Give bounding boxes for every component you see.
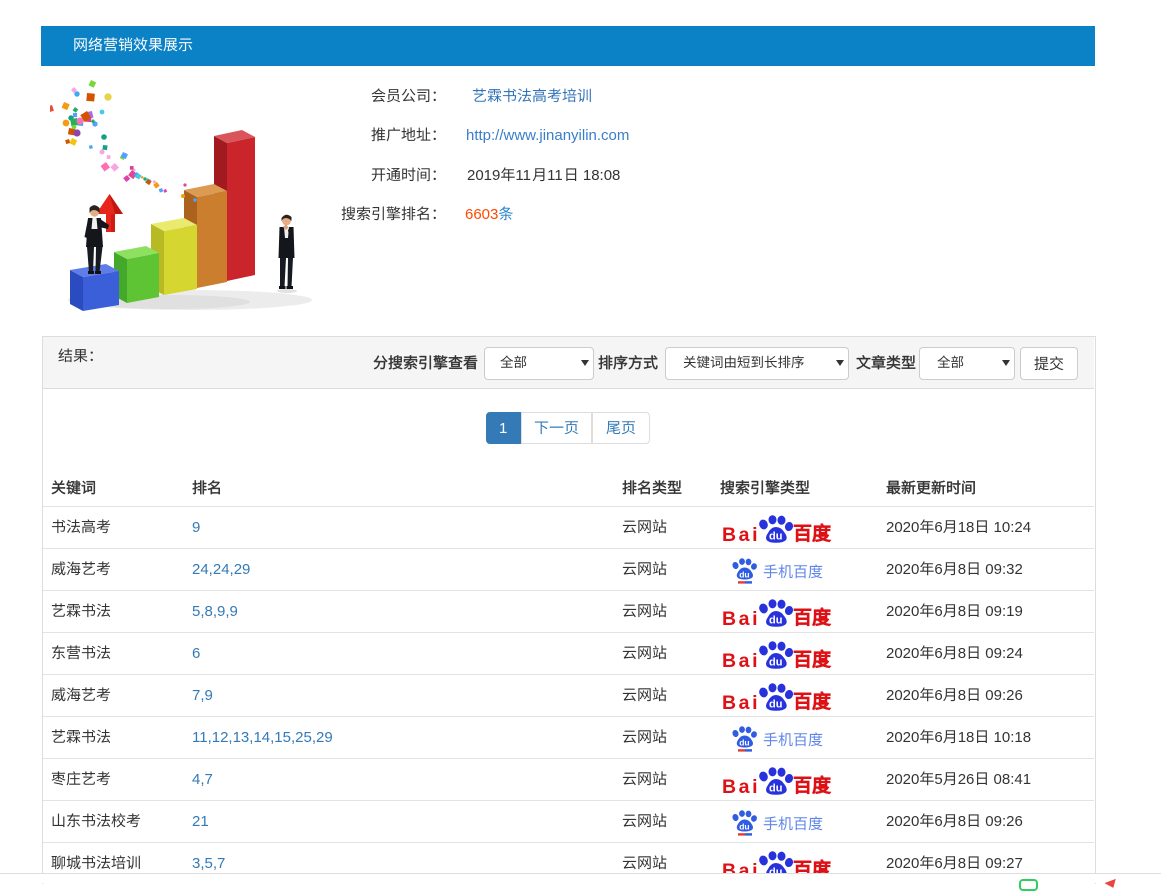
- svg-text:8: 8: [958, 603, 966, 620]
- svg-text:du: du: [769, 657, 782, 669]
- svg-text:6603: 6603: [465, 206, 498, 223]
- svg-text:6: 6: [934, 687, 942, 704]
- svg-text:8: 8: [958, 687, 966, 704]
- svg-text:10:18: 10:18: [989, 729, 1031, 746]
- svg-text:2020: 2020: [886, 687, 919, 704]
- svg-text:Bai: Bai: [722, 650, 760, 671]
- svg-text:7,9: 7,9: [192, 687, 213, 704]
- svg-text:11: 11: [547, 167, 563, 184]
- svg-text:09:32: 09:32: [981, 561, 1023, 578]
- svg-text:2020: 2020: [886, 813, 919, 830]
- svg-text:2020: 2020: [886, 603, 919, 620]
- svg-text:3,5,7: 3,5,7: [192, 855, 225, 872]
- svg-text:2020: 2020: [886, 729, 919, 746]
- svg-text:1: 1: [499, 420, 507, 437]
- svg-text:5: 5: [934, 771, 942, 788]
- svg-text:2020: 2020: [886, 771, 919, 788]
- svg-text:4,7: 4,7: [192, 771, 213, 788]
- svg-text:11,12,13,14,15,25,29: 11,12,13,14,15,25,29: [192, 729, 333, 746]
- svg-text:Bai: Bai: [722, 692, 760, 713]
- svg-text:2020: 2020: [886, 645, 919, 662]
- svg-text:10:24: 10:24: [989, 519, 1031, 536]
- svg-text:2020: 2020: [886, 855, 919, 872]
- svg-text:2020: 2020: [886, 519, 919, 536]
- svg-text:09:24: 09:24: [981, 645, 1023, 662]
- svg-text:6: 6: [934, 729, 942, 746]
- svg-text:6: 6: [934, 519, 942, 536]
- svg-text:8: 8: [958, 813, 966, 830]
- svg-text:du: du: [739, 738, 749, 748]
- svg-text:09:26: 09:26: [981, 813, 1023, 830]
- svg-text:Bai: Bai: [722, 524, 760, 545]
- svg-text:8: 8: [958, 645, 966, 662]
- svg-text:du: du: [739, 822, 749, 832]
- svg-text:9: 9: [192, 519, 200, 536]
- svg-text:du: du: [769, 615, 782, 627]
- svg-text:2020: 2020: [886, 561, 919, 578]
- svg-text:6: 6: [934, 603, 942, 620]
- svg-text:6: 6: [934, 561, 942, 578]
- svg-text:18: 18: [958, 729, 975, 746]
- svg-text:18: 18: [958, 519, 975, 536]
- svg-text:18:08: 18:08: [579, 167, 620, 184]
- svg-text:09:19: 09:19: [981, 603, 1023, 620]
- svg-text:Bai: Bai: [722, 776, 760, 797]
- svg-text:du: du: [769, 531, 782, 543]
- svg-text:6: 6: [934, 855, 942, 872]
- svg-text:du: du: [739, 570, 749, 580]
- svg-text:8: 8: [958, 561, 966, 578]
- svg-text:08:41: 08:41: [989, 771, 1031, 788]
- svg-text:du: du: [769, 699, 782, 711]
- svg-text:09:26: 09:26: [981, 687, 1023, 704]
- svg-text:5,8,9,9: 5,8,9,9: [192, 603, 238, 620]
- svg-text:2019: 2019: [467, 167, 500, 184]
- svg-text:8: 8: [958, 855, 966, 872]
- svg-text:21: 21: [192, 813, 209, 830]
- svg-text:du: du: [769, 783, 782, 795]
- svg-text:26: 26: [958, 771, 975, 788]
- svg-text:09:27: 09:27: [981, 855, 1023, 872]
- svg-text:6: 6: [934, 645, 942, 662]
- svg-text:http://www.jinanyilin.com: http://www.jinanyilin.com: [466, 127, 629, 144]
- svg-text:Bai: Bai: [722, 608, 760, 629]
- svg-text:24,24,29: 24,24,29: [192, 561, 250, 578]
- svg-text:6: 6: [192, 645, 200, 662]
- svg-text:11: 11: [515, 167, 531, 184]
- svg-text:6: 6: [934, 813, 942, 830]
